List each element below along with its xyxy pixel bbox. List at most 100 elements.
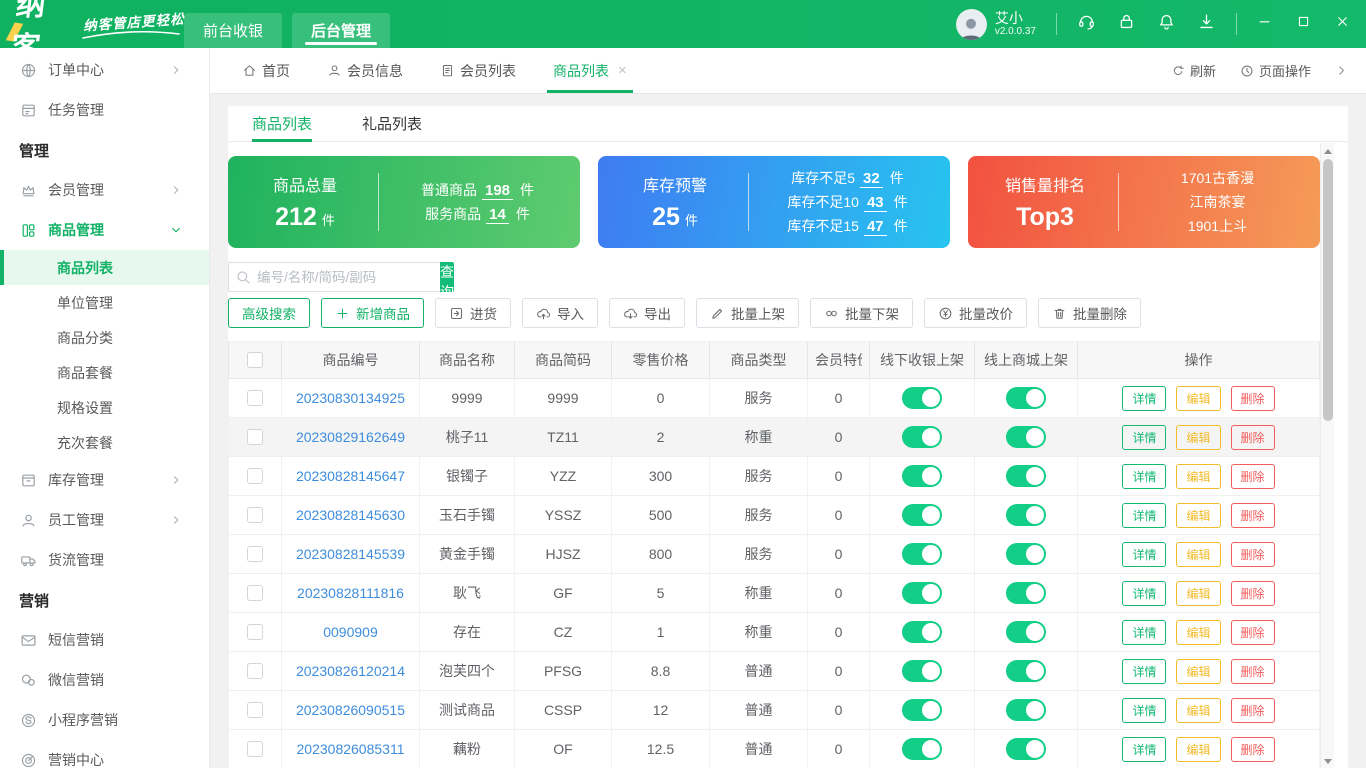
batch-on-shelf-button[interactable]: 批量上架	[696, 298, 799, 328]
delete-button[interactable]: 删除	[1230, 463, 1275, 489]
offline-shelf-toggle[interactable]	[902, 660, 942, 682]
edit-button[interactable]: 编辑	[1176, 385, 1221, 411]
query-button[interactable]: 查询	[440, 262, 454, 300]
online-shelf-toggle[interactable]	[1006, 426, 1046, 448]
edit-button[interactable]: 编辑	[1176, 424, 1221, 450]
sidebar-subitem-recharge-package[interactable]: 充次套餐	[0, 425, 209, 460]
scrollbar-thumb[interactable]	[1322, 159, 1333, 421]
offline-shelf-toggle[interactable]	[902, 738, 942, 760]
goods-code-link[interactable]: 20230828145539	[296, 546, 405, 562]
scroll-up-arrow-icon[interactable]	[1321, 144, 1334, 158]
vertical-scrollbar[interactable]	[1320, 143, 1334, 768]
row-checkbox[interactable]	[247, 663, 263, 679]
goods-code-link[interactable]: 20230829162649	[296, 429, 405, 445]
edit-button[interactable]: 编辑	[1176, 541, 1221, 567]
sidebar-item-goods-management[interactable]: 商品管理	[0, 210, 209, 250]
detail-button[interactable]: 详情	[1122, 424, 1167, 450]
offline-shelf-toggle[interactable]	[902, 465, 942, 487]
page-tab-home[interactable]: 首页	[242, 48, 290, 93]
delete-button[interactable]: 删除	[1230, 541, 1275, 567]
sidebar-item-marketing-center[interactable]: 营销中心	[0, 740, 209, 768]
online-shelf-toggle[interactable]	[1006, 465, 1046, 487]
goods-code-link[interactable]: 20230828145630	[296, 507, 405, 523]
sidebar-subitem-goods-category[interactable]: 商品分类	[0, 320, 209, 355]
edit-button[interactable]: 编辑	[1176, 580, 1221, 606]
content-tab-gift-list[interactable]: 礼品列表	[362, 106, 422, 141]
row-checkbox[interactable]	[247, 468, 263, 484]
sidebar-item-member-management[interactable]: 会员管理	[0, 170, 209, 210]
detail-button[interactable]: 详情	[1122, 658, 1167, 684]
delete-button[interactable]: 删除	[1230, 502, 1275, 528]
row-checkbox[interactable]	[247, 429, 263, 445]
purchase-button[interactable]: 进货	[435, 298, 511, 328]
goods-code-link[interactable]: 0090909	[323, 624, 378, 640]
sidebar-item-task-management[interactable]: 任务管理	[0, 90, 209, 130]
detail-button[interactable]: 详情	[1122, 697, 1167, 723]
offline-shelf-toggle[interactable]	[902, 504, 942, 526]
online-shelf-toggle[interactable]	[1006, 660, 1046, 682]
page-tab-member-list[interactable]: 会员列表	[440, 48, 516, 93]
online-shelf-toggle[interactable]	[1006, 387, 1046, 409]
detail-button[interactable]: 详情	[1122, 736, 1167, 762]
user-box[interactable]: 艾小 v2.0.0.37	[955, 8, 1036, 40]
offline-shelf-toggle[interactable]	[902, 543, 942, 565]
delete-button[interactable]: 删除	[1230, 697, 1275, 723]
minimize-button[interactable]	[1257, 14, 1272, 34]
sidebar-item-inventory-management[interactable]: 库存管理	[0, 460, 209, 500]
batch-reprice-button[interactable]: 批量改价	[924, 298, 1027, 328]
detail-button[interactable]: 详情	[1122, 385, 1167, 411]
sidebar-item-sms-marketing[interactable]: 短信营销	[0, 620, 209, 660]
batch-off-shelf-button[interactable]: 批量下架	[810, 298, 913, 328]
goods-code-link[interactable]: 20230826090515	[296, 702, 405, 718]
sidebar-item-logistics-management[interactable]: 货流管理	[0, 540, 209, 580]
delete-button[interactable]: 删除	[1230, 385, 1275, 411]
online-shelf-toggle[interactable]	[1006, 621, 1046, 643]
offline-shelf-toggle[interactable]	[902, 621, 942, 643]
export-button[interactable]: 导出	[609, 298, 685, 328]
edit-button[interactable]: 编辑	[1176, 619, 1221, 645]
lock-screen-button[interactable]	[1117, 12, 1136, 36]
page-operations-action[interactable]: 页面操作	[1240, 61, 1311, 80]
close-button[interactable]	[1335, 14, 1350, 34]
notifications-button[interactable]	[1157, 12, 1176, 36]
sidebar-subitem-goods-package[interactable]: 商品套餐	[0, 355, 209, 390]
close-tab-icon[interactable]: ×	[618, 62, 627, 79]
delete-button[interactable]: 删除	[1230, 424, 1275, 450]
detail-button[interactable]: 详情	[1122, 502, 1167, 528]
goods-code-link[interactable]: 20230826120214	[296, 663, 405, 679]
search-input[interactable]	[228, 262, 440, 292]
edit-button[interactable]: 编辑	[1176, 736, 1221, 762]
online-shelf-toggle[interactable]	[1006, 504, 1046, 526]
maximize-button[interactable]	[1296, 14, 1311, 34]
goods-code-link[interactable]: 20230826085311	[297, 741, 405, 757]
scroll-down-arrow-icon[interactable]	[1321, 754, 1334, 768]
sidebar-subitem-unit-management[interactable]: 单位管理	[0, 285, 209, 320]
detail-button[interactable]: 详情	[1122, 541, 1167, 567]
row-checkbox[interactable]	[247, 585, 263, 601]
detail-button[interactable]: 详情	[1122, 619, 1167, 645]
offline-shelf-toggle[interactable]	[902, 387, 942, 409]
download-button[interactable]	[1197, 12, 1216, 36]
sidebar-item-miniprogram-marketing[interactable]: 小程序营销	[0, 700, 209, 740]
delete-button[interactable]: 删除	[1230, 580, 1275, 606]
top-nav-cashier[interactable]: 前台收银	[184, 13, 283, 48]
sidebar-item-wechat-marketing[interactable]: 微信营销	[0, 660, 209, 700]
offline-shelf-toggle[interactable]	[902, 699, 942, 721]
page-tab-goods-list[interactable]: 商品列表 ×	[547, 48, 633, 93]
row-checkbox[interactable]	[247, 624, 263, 640]
online-shelf-toggle[interactable]	[1006, 738, 1046, 760]
advanced-search-button[interactable]: 高级搜索	[228, 298, 310, 328]
customer-service-button[interactable]	[1077, 12, 1096, 36]
offline-shelf-toggle[interactable]	[902, 582, 942, 604]
edit-button[interactable]: 编辑	[1176, 502, 1221, 528]
online-shelf-toggle[interactable]	[1006, 543, 1046, 565]
online-shelf-toggle[interactable]	[1006, 699, 1046, 721]
delete-button[interactable]: 删除	[1230, 619, 1275, 645]
row-checkbox[interactable]	[247, 390, 263, 406]
import-button[interactable]: 导入	[522, 298, 598, 328]
online-shelf-toggle[interactable]	[1006, 582, 1046, 604]
add-goods-button[interactable]: 新增商品	[321, 298, 424, 328]
detail-button[interactable]: 详情	[1122, 580, 1167, 606]
goods-code-link[interactable]: 20230830134925	[296, 390, 405, 406]
delete-button[interactable]: 删除	[1230, 736, 1275, 762]
